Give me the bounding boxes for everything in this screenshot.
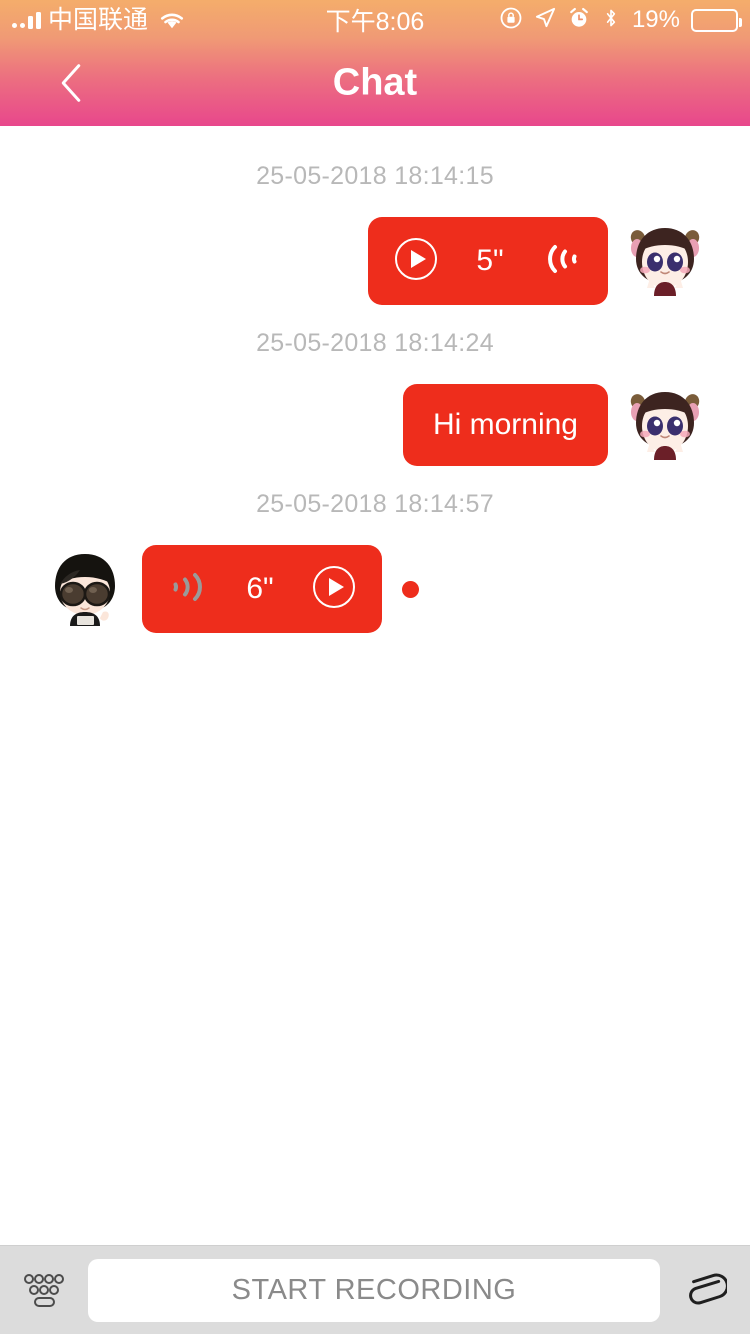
message-timestamp: 25-05-2018 18:14:57 xyxy=(256,490,494,518)
message-timestamp: 25-05-2018 18:14:24 xyxy=(256,329,494,357)
keyboard-toggle-button[interactable] xyxy=(14,1271,74,1309)
message-row-incoming: 6" xyxy=(0,545,750,633)
app-header: 中国联通 下午8:06 19% Chat xyxy=(0,0,750,126)
nav-bar: Chat xyxy=(0,40,750,126)
clock-label: 下午8:06 xyxy=(325,8,425,36)
voice-message-bubble[interactable]: 5" xyxy=(368,217,608,305)
chat-screen: 中国联通 下午8:06 19% Chat 25-05-2018 18:14:15… xyxy=(0,0,750,1334)
voice-duration-label: 5" xyxy=(476,244,504,277)
input-toolbar: START RECORDING xyxy=(0,1245,750,1334)
girl-avatar xyxy=(630,228,700,296)
message-timestamp: 25-05-2018 18:14:15 xyxy=(256,162,494,190)
start-recording-button[interactable]: START RECORDING xyxy=(88,1258,660,1322)
voice-duration-label: 6" xyxy=(246,572,274,605)
battery-icon xyxy=(691,8,742,32)
avatar[interactable] xyxy=(626,222,704,300)
message-group: 25-05-2018 18:14:24 Hi morning xyxy=(0,315,750,466)
start-recording-label: START RECORDING xyxy=(231,1273,517,1306)
message-group: 25-05-2018 18:14:15 5" xyxy=(0,148,750,305)
voice-message-bubble[interactable]: 6" xyxy=(142,545,382,633)
message-list[interactable]: 25-05-2018 18:14:15 5" 25-05-2018 18:14:… xyxy=(0,126,750,1245)
message-group: 25-05-2018 18:14:57 6" xyxy=(0,476,750,633)
message-row-outgoing: Hi morning xyxy=(0,384,750,466)
attach-button[interactable] xyxy=(674,1266,736,1314)
status-bar: 中国联通 下午8:06 19% xyxy=(0,0,750,40)
rotation-lock-icon xyxy=(499,6,523,35)
play-circle-icon[interactable] xyxy=(394,237,438,286)
text-message-bubble[interactable]: Hi morning xyxy=(402,384,608,466)
unread-indicator-dot xyxy=(402,580,419,598)
location-arrow-icon xyxy=(534,6,557,34)
message-text: Hi morning xyxy=(432,408,578,441)
avatar[interactable] xyxy=(626,386,704,464)
boy-avatar xyxy=(55,554,115,626)
sound-wave-left-icon xyxy=(542,242,582,281)
keyboard-icon xyxy=(24,1274,64,1307)
alarm-clock-icon xyxy=(568,7,590,34)
message-row-outgoing: 5" xyxy=(0,217,750,305)
status-bar-right: 19% xyxy=(499,0,742,40)
page-title: Chat xyxy=(332,61,418,104)
paperclip-icon xyxy=(689,1273,727,1305)
play-circle-icon[interactable] xyxy=(312,565,356,614)
battery-percent-label: 19% xyxy=(631,6,680,33)
sound-wave-right-icon xyxy=(168,570,208,609)
girl-avatar xyxy=(630,392,700,460)
bluetooth-icon xyxy=(601,7,621,34)
avatar[interactable] xyxy=(46,550,124,628)
